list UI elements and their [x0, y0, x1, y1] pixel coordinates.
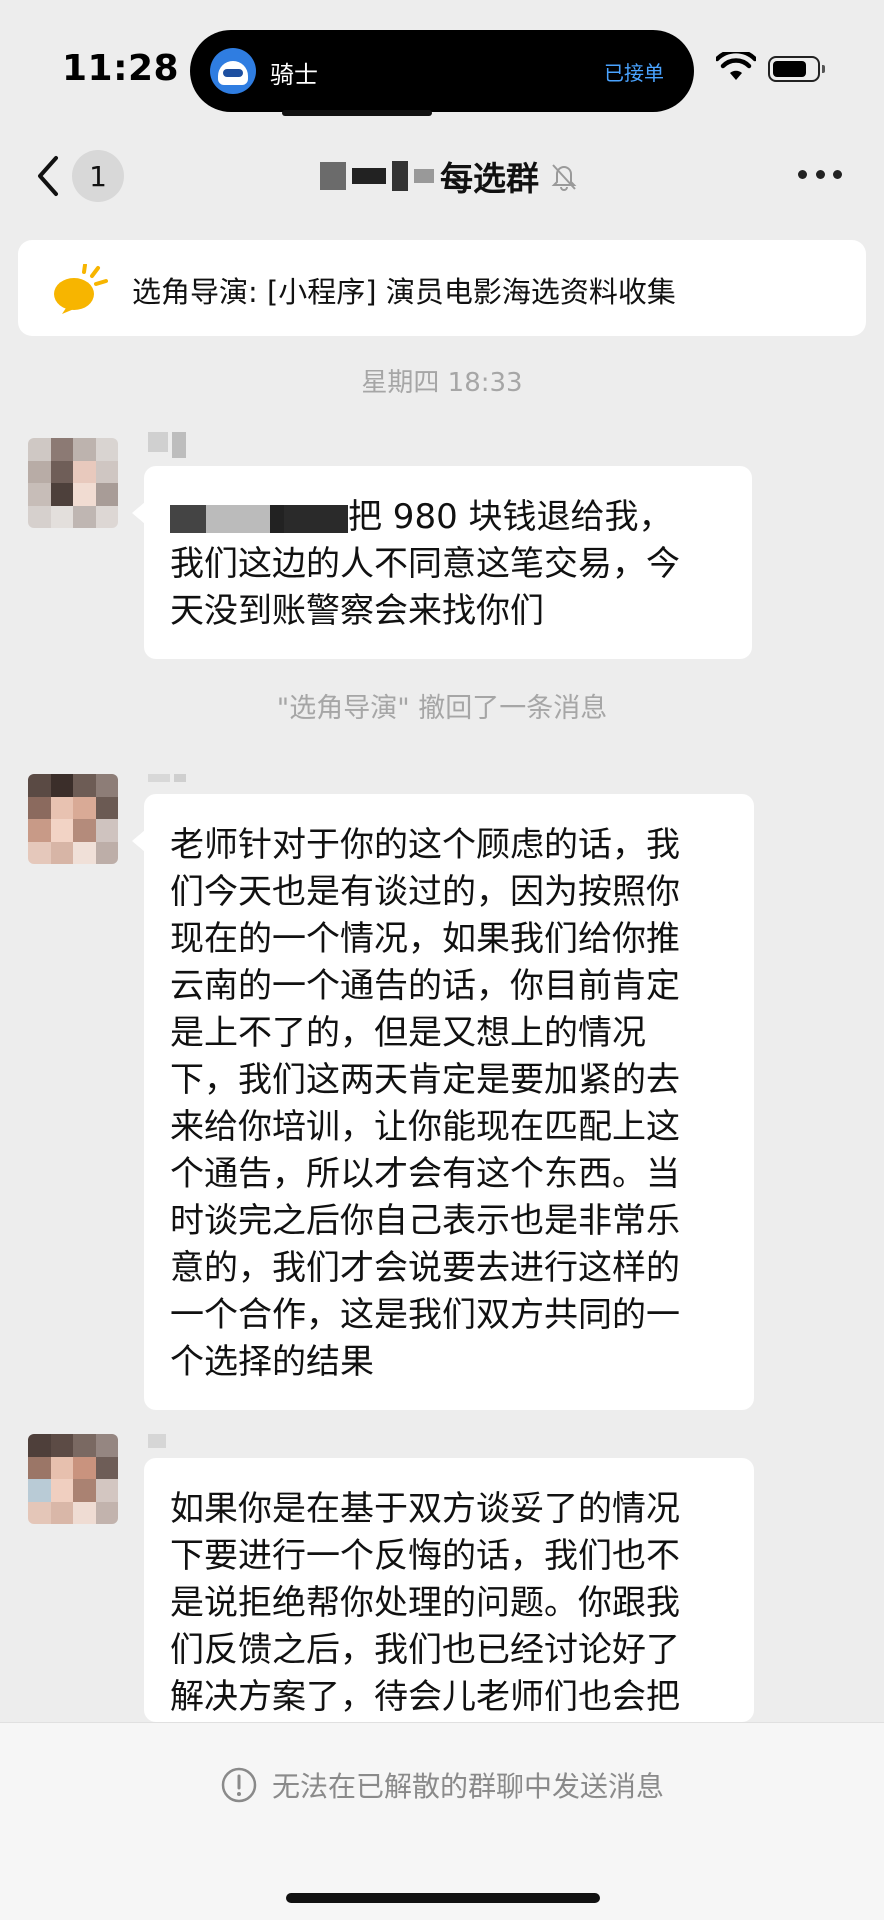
- chevron-left-icon[interactable]: [34, 152, 64, 200]
- message-line-text: 把 980 块钱退给我，: [348, 497, 673, 537]
- avatar[interactable]: [28, 438, 118, 528]
- message-bubble[interactable]: 老师针对于你的这个顾虑的话，我 们今天也是有谈过的，因为按照你 现在的一个情况，…: [132, 794, 754, 1410]
- info-circle-icon: [221, 1767, 257, 1803]
- message-line: 把 980 块钱退给我，: [170, 494, 726, 541]
- message-line: 们反馈之后，我们也已经讨论好了: [170, 1630, 680, 1670]
- home-indicator[interactable]: [286, 1893, 600, 1903]
- status-time: 11:28: [62, 48, 180, 89]
- message-line: 意的，我们才会说要去进行这样的: [170, 1248, 680, 1288]
- redacted-text: [270, 504, 284, 533]
- message-line: 下，我们这两天肯定是要加紧的去: [170, 1060, 680, 1100]
- input-bar-disabled: 无法在已解散的群聊中发送消息: [0, 1722, 884, 1920]
- message-line: 们今天也是有谈过的，因为按照你: [170, 872, 680, 912]
- message-line: 下要进行一个反悔的话，我们也不: [170, 1536, 680, 1576]
- message-bubble[interactable]: 把 980 块钱退给我， 我们这边的人不同意这笔交易，今 天没到账警察会来找你们: [132, 466, 752, 659]
- disabled-input-text: 无法在已解散的群聊中发送消息: [271, 1770, 664, 1803]
- wifi-icon: [716, 52, 756, 80]
- message-line: 云南的一个通告的话，你目前肯定: [170, 966, 680, 1006]
- chat-title[interactable]: 每选群: [320, 150, 579, 202]
- sender-name-redacted: [148, 432, 186, 458]
- message-line: 是上不了的，但是又想上的情况: [170, 1013, 646, 1053]
- dynamic-island[interactable]: 骑士 已接单: [190, 30, 694, 112]
- pinned-notice-text: 选角导演: [小程序] 演员电影海选资料收集: [132, 275, 676, 309]
- bell-slash-icon: [551, 164, 577, 191]
- message-line: 是说拒绝帮你处理的问题。你跟我: [170, 1583, 680, 1623]
- message-line: 解决方案了，待会儿老师们也会把: [170, 1677, 680, 1717]
- battery-icon: [768, 56, 825, 82]
- island-shadow: [282, 110, 432, 116]
- message-line: 一个合作，这是我们双方共同的一: [170, 1295, 680, 1335]
- message-line: 个选择的结果: [170, 1342, 374, 1382]
- disabled-input-notice: 无法在已解散的群聊中发送消息: [0, 1765, 884, 1805]
- island-order-status: 已接单: [604, 61, 664, 85]
- megaphone-icon: [54, 264, 108, 314]
- message-line: 天没到账警察会来找你们: [170, 591, 544, 631]
- recall-notice: "选角导演" 撤回了一条消息: [276, 693, 608, 724]
- island-app-name: 骑士: [270, 61, 318, 89]
- message-bubble[interactable]: 如果你是在基于双方谈妥了的情况 下要进行一个反悔的话，我们也不 是说拒绝帮你处理…: [144, 1458, 754, 1722]
- chat-title-text: 每选群: [440, 159, 539, 198]
- chat-header: 1 每选群: [0, 130, 884, 240]
- rider-helmet-icon: [210, 48, 256, 94]
- unread-count-badge[interactable]: 1: [72, 150, 124, 202]
- redacted-title-mosaic: [320, 161, 434, 191]
- message-line: 来给你培训，让你能现在匹配上这: [170, 1107, 680, 1147]
- message-line: 现在的一个情况，如果我们给你推: [170, 919, 680, 959]
- message-line: 老师针对于你的这个顾虑的话，我: [170, 825, 680, 865]
- message-line: 时谈完之后你自己表示也是非常乐: [170, 1201, 680, 1241]
- redacted-text: [170, 504, 206, 533]
- status-bar: 11:28 骑士 已接单: [0, 0, 884, 130]
- message-line: 如果你是在基于双方谈妥了的情况: [170, 1489, 680, 1529]
- avatar[interactable]: [28, 1434, 118, 1524]
- message-line: 我们这边的人不同意这笔交易，今: [170, 544, 680, 584]
- message-line: 个通告，所以才会有这个东西。当: [170, 1154, 680, 1194]
- more-dots-icon[interactable]: [798, 170, 842, 182]
- message-timestamp: 星期四 18:33: [361, 368, 523, 398]
- redacted-text: [284, 504, 348, 533]
- pinned-notice[interactable]: 选角导演: [小程序] 演员电影海选资料收集: [18, 240, 866, 336]
- sender-name-redacted: [148, 1434, 166, 1460]
- avatar[interactable]: [28, 774, 118, 864]
- redacted-text: [206, 504, 270, 533]
